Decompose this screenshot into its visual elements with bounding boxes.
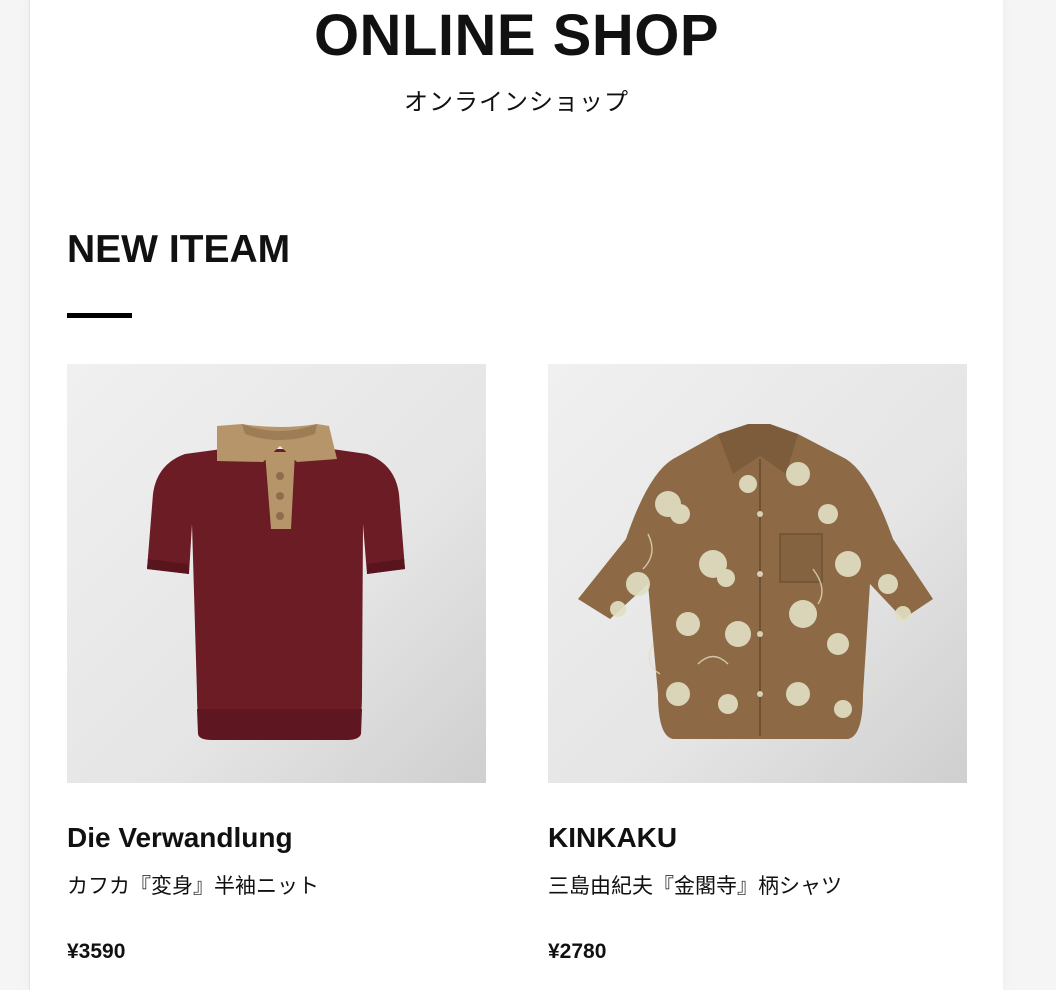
product-price: ¥2780 <box>548 940 607 963</box>
product-image-floral-shirt[interactable] <box>548 364 967 783</box>
product-image-knit-polo[interactable] <box>67 364 486 783</box>
product-description: 三島由紀夫『金閣寺』柄シャツ <box>548 874 842 898</box>
page-container: ONLINE SHOP オンラインショップ NEW ITEAM Die Verw… <box>29 0 1003 990</box>
page-subtitle: オンラインショップ <box>404 88 629 116</box>
product-name[interactable]: KINKAKU <box>548 820 677 856</box>
page-title: ONLINE SHOP <box>313 3 720 68</box>
product-card[interactable]: KINKAKU 三島由紀夫『金閣寺』柄シャツ ¥2780 <box>548 364 967 963</box>
section-divider <box>67 313 132 318</box>
product-card[interactable]: Die Verwandlung カフカ『変身』半袖ニット ¥3590 <box>67 364 486 963</box>
product-description: カフカ『変身』半袖ニット <box>67 874 319 898</box>
product-name[interactable]: Die Verwandlung <box>67 820 293 856</box>
product-price: ¥3590 <box>67 940 126 963</box>
section-title: NEW ITEAM <box>67 228 291 271</box>
